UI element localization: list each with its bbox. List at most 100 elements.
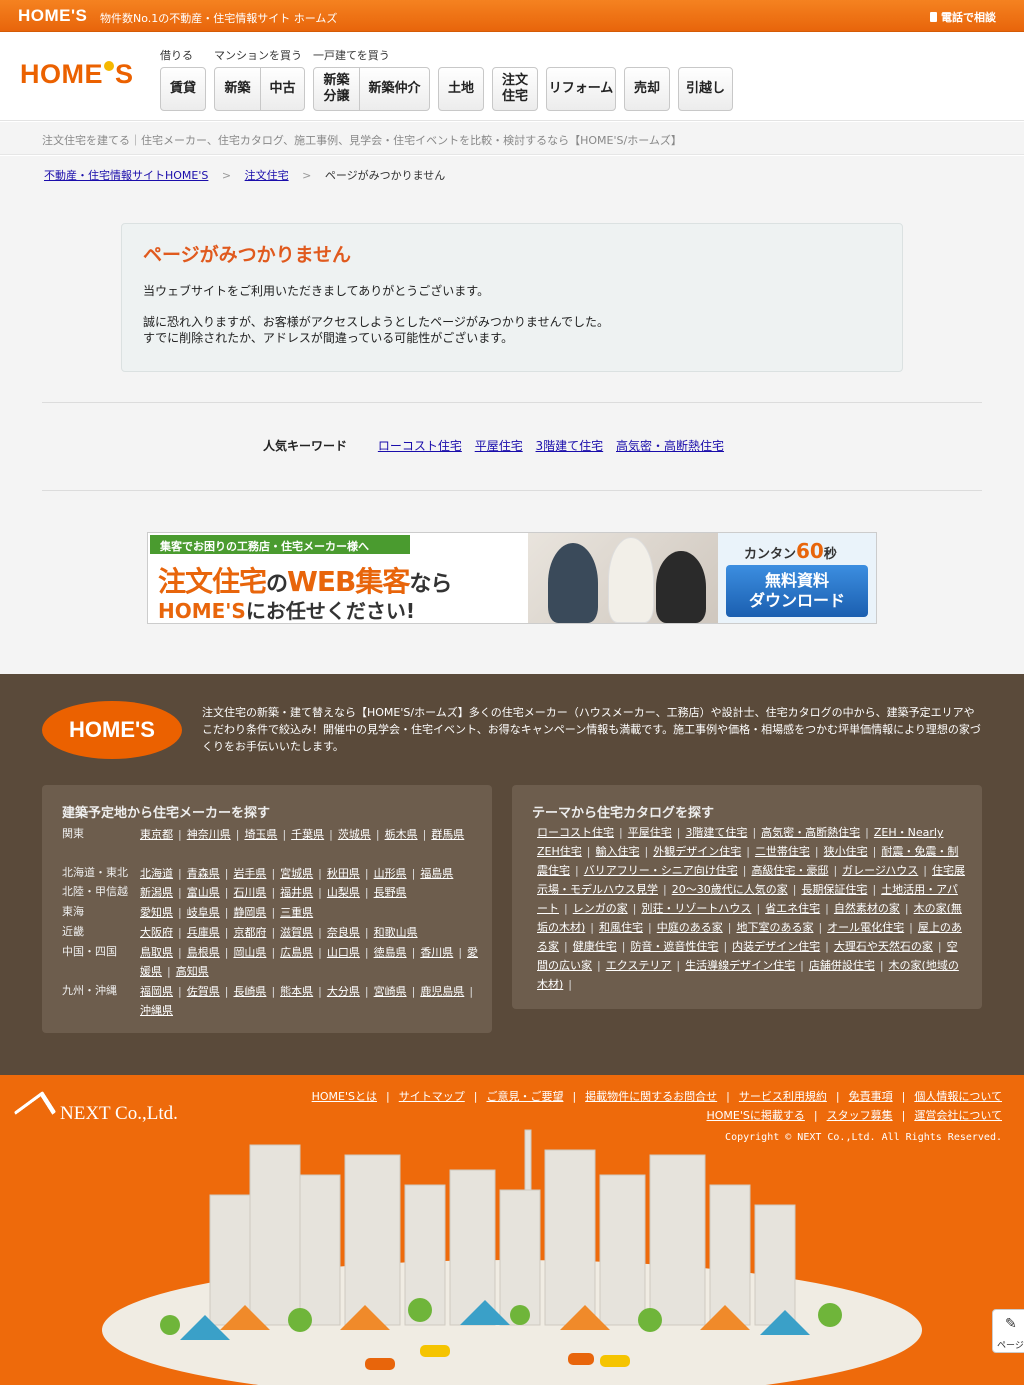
corporate-link[interactable]: HOME'Sとは: [312, 1090, 377, 1103]
prefecture-link[interactable]: 高知県: [176, 965, 209, 978]
theme-link[interactable]: 大理石や天然石の家: [834, 940, 933, 953]
nav-house-shinchiku-bunjo[interactable]: 新築分譲: [314, 68, 359, 110]
prefecture-link[interactable]: 長崎県: [233, 985, 266, 998]
prefecture-link[interactable]: 香川県: [420, 946, 453, 959]
nav-house-shinchiku-chukai[interactable]: 新築仲介: [359, 68, 429, 110]
prefecture-link[interactable]: 秋田県: [327, 867, 360, 880]
theme-link[interactable]: 3階建て住宅: [685, 826, 747, 839]
corporate-link[interactable]: サービス利用規約: [739, 1090, 827, 1103]
nav-chintai[interactable]: 賃貸: [161, 68, 205, 110]
nav-mansion-chuko[interactable]: 中古: [260, 68, 304, 110]
prefecture-link[interactable]: 大阪府: [140, 926, 173, 939]
corporate-link[interactable]: 免責事項: [849, 1090, 893, 1103]
prefecture-link[interactable]: 埼玉県: [244, 828, 277, 841]
theme-link[interactable]: 別荘・リゾートハウス: [641, 902, 751, 915]
theme-link[interactable]: 外観デザイン住宅: [653, 845, 741, 858]
web-marketing-banner[interactable]: 集客でお困りの工務店・住宅メーカー様へ 注文住宅のWEB集客なら HOME'Sに…: [147, 532, 877, 624]
nav-chumon[interactable]: 注文住宅: [493, 68, 537, 110]
corporate-link[interactable]: ご意見・ご要望: [486, 1090, 563, 1103]
next-company-logo[interactable]: NEXT Co.,Ltd.: [13, 1090, 178, 1134]
prefecture-link[interactable]: 岐阜県: [187, 906, 220, 919]
prefecture-link[interactable]: 栃木県: [385, 828, 418, 841]
keyword-link[interactable]: 平屋住宅: [475, 439, 523, 453]
nav-reform[interactable]: リフォーム: [547, 68, 615, 110]
prefecture-link[interactable]: 山梨県: [327, 886, 360, 899]
prefecture-link[interactable]: 山形県: [374, 867, 407, 880]
prefecture-link[interactable]: 群馬県: [431, 828, 464, 841]
theme-link[interactable]: レンガの家: [573, 902, 628, 915]
prefecture-link[interactable]: 岩手県: [233, 867, 266, 880]
theme-link[interactable]: 輸入住宅: [595, 845, 639, 858]
topbar-logo[interactable]: HOME'S: [18, 6, 87, 26]
corporate-link[interactable]: サイトマップ: [399, 1090, 465, 1103]
theme-link[interactable]: オール電化住宅: [827, 921, 904, 934]
prefecture-link[interactable]: 島根県: [187, 946, 220, 959]
prefecture-link[interactable]: 和歌山県: [374, 926, 418, 939]
side-feedback-tab[interactable]: ✎ ページ: [992, 1309, 1024, 1353]
breadcrumb-chumon[interactable]: 注文住宅: [245, 169, 289, 182]
theme-link[interactable]: 二世帯住宅: [755, 845, 810, 858]
prefecture-link[interactable]: 愛知県: [140, 906, 173, 919]
nav-baikyaku[interactable]: 売却: [625, 68, 669, 110]
theme-link[interactable]: 和風住宅: [599, 921, 643, 934]
prefecture-link[interactable]: 石川県: [233, 886, 266, 899]
prefecture-link[interactable]: 北海道: [140, 867, 173, 880]
theme-link[interactable]: ローコスト住宅: [537, 826, 614, 839]
theme-link[interactable]: 中庭のある家: [657, 921, 723, 934]
prefecture-link[interactable]: 千葉県: [291, 828, 324, 841]
prefecture-link[interactable]: 岡山県: [233, 946, 266, 959]
corporate-link[interactable]: 個人情報について: [914, 1090, 1002, 1103]
keyword-link[interactable]: 3階建て住宅: [536, 439, 604, 453]
prefecture-link[interactable]: 鹿児島県: [420, 985, 464, 998]
breadcrumb-home[interactable]: 不動産・住宅情報サイトHOME'S: [44, 169, 208, 182]
prefecture-link[interactable]: 広島県: [280, 946, 313, 959]
prefecture-link[interactable]: 東京都: [140, 828, 173, 841]
keyword-link[interactable]: 高気密・高断熱住宅: [616, 439, 724, 453]
nav-mansion-shinchiku[interactable]: 新築: [215, 68, 260, 110]
prefecture-link[interactable]: 大分県: [327, 985, 360, 998]
prefecture-link[interactable]: 熊本県: [280, 985, 313, 998]
theme-link[interactable]: 狭小住宅: [824, 845, 868, 858]
theme-link[interactable]: 地下室のある家: [736, 921, 813, 934]
corporate-link[interactable]: HOME'Sに掲載する: [707, 1109, 805, 1122]
prefecture-link[interactable]: 神奈川県: [187, 828, 231, 841]
theme-link[interactable]: 健康住宅: [573, 940, 617, 953]
prefecture-link[interactable]: 山口県: [327, 946, 360, 959]
corporate-link[interactable]: スタッフ募集: [827, 1109, 893, 1122]
nav-tochi[interactable]: 土地: [439, 68, 483, 110]
theme-link[interactable]: 高気密・高断熱住宅: [761, 826, 860, 839]
theme-link[interactable]: 20～30歳代に人気の家: [672, 883, 788, 896]
prefecture-link[interactable]: 沖縄県: [140, 1004, 173, 1017]
prefecture-link[interactable]: 兵庫県: [187, 926, 220, 939]
footer-logo[interactable]: HOME'S: [42, 701, 182, 759]
theme-link[interactable]: 高級住宅・豪邸: [751, 864, 828, 877]
prefecture-link[interactable]: 奈良県: [327, 926, 360, 939]
prefecture-link[interactable]: 新潟県: [140, 886, 173, 899]
prefecture-link[interactable]: 京都府: [233, 926, 266, 939]
keyword-link[interactable]: ローコスト住宅: [378, 439, 462, 453]
theme-link[interactable]: 平屋住宅: [628, 826, 672, 839]
prefecture-link[interactable]: 佐賀県: [187, 985, 220, 998]
prefecture-link[interactable]: 静岡県: [233, 906, 266, 919]
prefecture-link[interactable]: 福島県: [420, 867, 453, 880]
prefecture-link[interactable]: 鳥取県: [140, 946, 173, 959]
prefecture-link[interactable]: 福岡県: [140, 985, 173, 998]
theme-link[interactable]: ガレージハウス: [842, 864, 918, 877]
theme-link[interactable]: 防音・遮音性住宅: [630, 940, 718, 953]
theme-link[interactable]: エクステリア: [606, 959, 672, 972]
prefecture-link[interactable]: 三重県: [280, 906, 313, 919]
prefecture-link[interactable]: 茨城県: [338, 828, 371, 841]
prefecture-link[interactable]: 長野県: [374, 886, 407, 899]
theme-link[interactable]: 内装デザイン住宅: [732, 940, 820, 953]
phone-consult-link[interactable]: 電話で相談: [930, 9, 996, 25]
theme-link[interactable]: 店舗併設住宅: [809, 959, 875, 972]
prefecture-link[interactable]: 福井県: [280, 886, 313, 899]
theme-link[interactable]: 自然素材の家: [834, 902, 900, 915]
site-logo[interactable]: HOME S: [20, 59, 134, 90]
prefecture-link[interactable]: 徳島県: [374, 946, 407, 959]
corporate-link[interactable]: 運営会社について: [914, 1109, 1002, 1122]
prefecture-link[interactable]: 宮城県: [280, 867, 313, 880]
download-button[interactable]: 無料資料 ダウンロード: [726, 565, 868, 617]
prefecture-link[interactable]: 滋賀県: [280, 926, 313, 939]
theme-link[interactable]: 省エネ住宅: [765, 902, 820, 915]
